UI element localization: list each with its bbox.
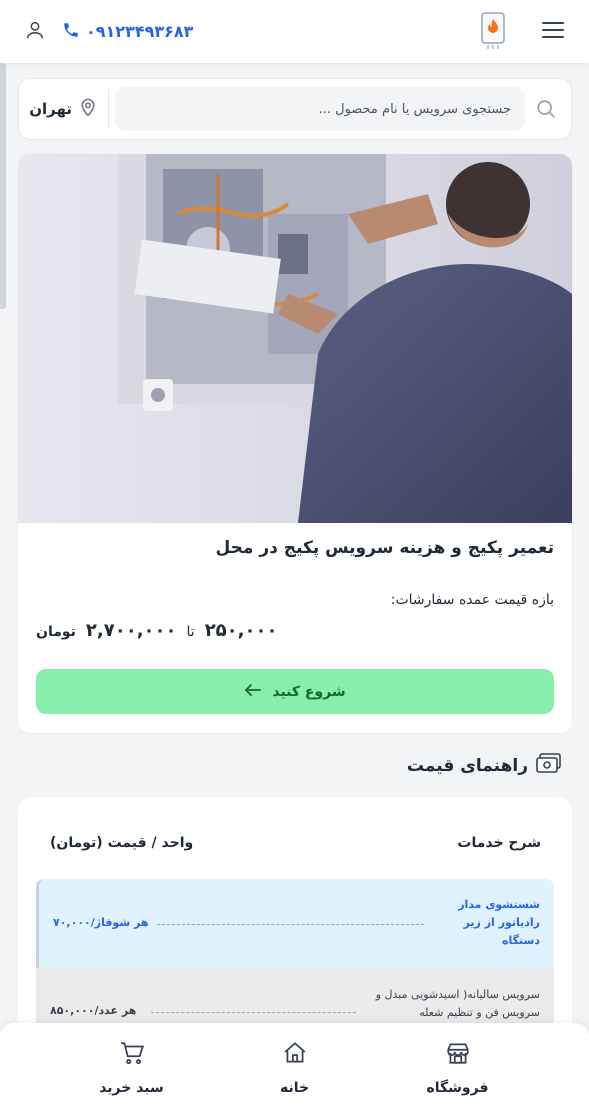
header-left: ۰۹۱۲۳۴۹۳۶۸۳	[24, 19, 193, 45]
start-button[interactable]: شروع کنید	[36, 669, 554, 714]
price-guide-heading: راهنمای قیمت	[407, 752, 562, 779]
product-card: تعمیر پکیج و هزینه سرویس پکیج در محل باز…	[18, 154, 572, 733]
start-button-label: شروع کنید	[272, 683, 346, 700]
col-unit-price: واحد / قیمت (تومان)	[50, 835, 194, 851]
cart-icon	[119, 1040, 145, 1070]
location-pin-icon	[78, 96, 98, 122]
search-bar: تهران	[18, 78, 572, 140]
nav-cart[interactable]: سبد خرید	[82, 1040, 182, 1096]
table-row[interactable]: شستشوی مدار رادیاتور از زیر دستگاه هر شو…	[36, 879, 554, 968]
hamburger-menu-icon[interactable]	[541, 20, 565, 44]
row-service-name: شستشوی مدار رادیاتور از زیر دستگاه	[458, 898, 540, 947]
price-guide-title: راهنمای قیمت	[406, 755, 528, 776]
top-header: ۰۹۱۲۳۴۹۳۶۸۳	[0, 0, 589, 63]
phone-number: ۰۹۱۲۳۴۹۳۶۸۳	[86, 22, 194, 41]
phone-link[interactable]: ۰۹۱۲۳۴۹۳۶۸۳	[62, 21, 193, 43]
row-price: هر عدد/۸۵۰,۰۰۰	[50, 1004, 137, 1017]
bottom-nav: فروشگاه خانه سبد خرید	[0, 1023, 589, 1112]
price-min: ۲۵۰,۰۰۰	[204, 620, 278, 641]
currency: تومان	[36, 624, 76, 640]
city-selector[interactable]: تهران	[29, 96, 102, 122]
search-divider	[108, 89, 109, 129]
nav-home-label: خانه	[279, 1079, 310, 1096]
user-icon[interactable]	[24, 19, 46, 45]
price-range-label: بازه قیمت عمده سفارشات:	[390, 592, 554, 608]
arrow-left-icon	[244, 683, 262, 701]
row-divider	[151, 1012, 356, 1013]
city-label: تهران	[29, 100, 72, 118]
nav-cart-label: سبد خرید	[99, 1079, 164, 1096]
row-divider	[157, 924, 424, 925]
home-icon	[282, 1040, 308, 1070]
nav-shop[interactable]: فروشگاه	[408, 1040, 508, 1096]
phone-icon	[62, 21, 80, 43]
hero-image	[18, 154, 572, 523]
money-icon	[536, 752, 562, 779]
price-max: ۲,۷۰۰,۰۰۰	[85, 620, 177, 641]
price-range: ۲۵۰,۰۰۰ تا ۲,۷۰۰,۰۰۰ تومان	[36, 620, 277, 641]
row-price: هر شوفاژ/۷۰,۰۰۰	[53, 916, 149, 929]
price-to: تا	[186, 624, 195, 640]
search-input[interactable]	[115, 87, 525, 131]
nav-home[interactable]: خانه	[245, 1040, 345, 1096]
scrollbar[interactable]	[0, 63, 6, 309]
logo-boiler[interactable]	[479, 10, 507, 54]
col-service: شرح خدمات	[457, 835, 541, 851]
product-title: تعمیر پکیج و هزینه سرویس پکیج در محل	[215, 538, 554, 558]
price-table-header: شرح خدمات واحد / قیمت (تومان)	[18, 835, 572, 859]
header-right	[479, 10, 565, 54]
row-service-name: سرویس سالیانه( اسیدشویی مبدل و سرویس فن …	[375, 988, 540, 1019]
nav-shop-label: فروشگاه	[426, 1079, 489, 1096]
store-icon	[445, 1040, 471, 1070]
search-icon[interactable]	[531, 94, 561, 124]
